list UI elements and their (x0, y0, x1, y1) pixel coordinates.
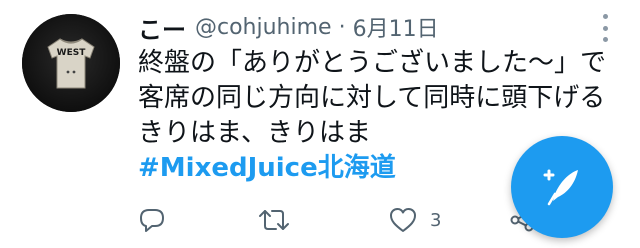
heart-icon (390, 208, 416, 232)
more-vertical-icon (602, 37, 608, 42)
tweet-date[interactable]: 6月11日 (353, 11, 439, 43)
reply-icon (140, 209, 164, 232)
avatar-shirt-text: WEST (57, 48, 87, 58)
avatar[interactable]: WEST (22, 14, 120, 112)
reply-button[interactable] (138, 205, 166, 235)
compose-tweet-button[interactable] (511, 136, 613, 238)
tweet-text-line: 終盤の「ありがとうございました〜」で (138, 48, 607, 78)
like-count: 3 (430, 209, 442, 231)
retweet-icon (259, 210, 289, 230)
compose-tweet-icon (543, 169, 578, 206)
retweet-button[interactable] (258, 205, 290, 235)
header-separator: · (338, 14, 346, 40)
tweet-header: こー @cohjuhime · 6月11日 (138, 10, 439, 44)
tweet-text-line: 客席の同じ方向に対して同時に頭下げる (138, 83, 606, 113)
more-vertical-icon (602, 14, 608, 19)
author-handle[interactable]: @cohjuhime (195, 15, 332, 40)
tshirt-avatar-icon: WEST (22, 14, 120, 112)
more-options-button[interactable] (597, 14, 613, 42)
more-vertical-icon (602, 25, 608, 31)
like-button[interactable]: 3 (388, 205, 441, 235)
author-display-name[interactable]: こー (138, 10, 186, 45)
tweet-actions: 3 (138, 205, 558, 235)
